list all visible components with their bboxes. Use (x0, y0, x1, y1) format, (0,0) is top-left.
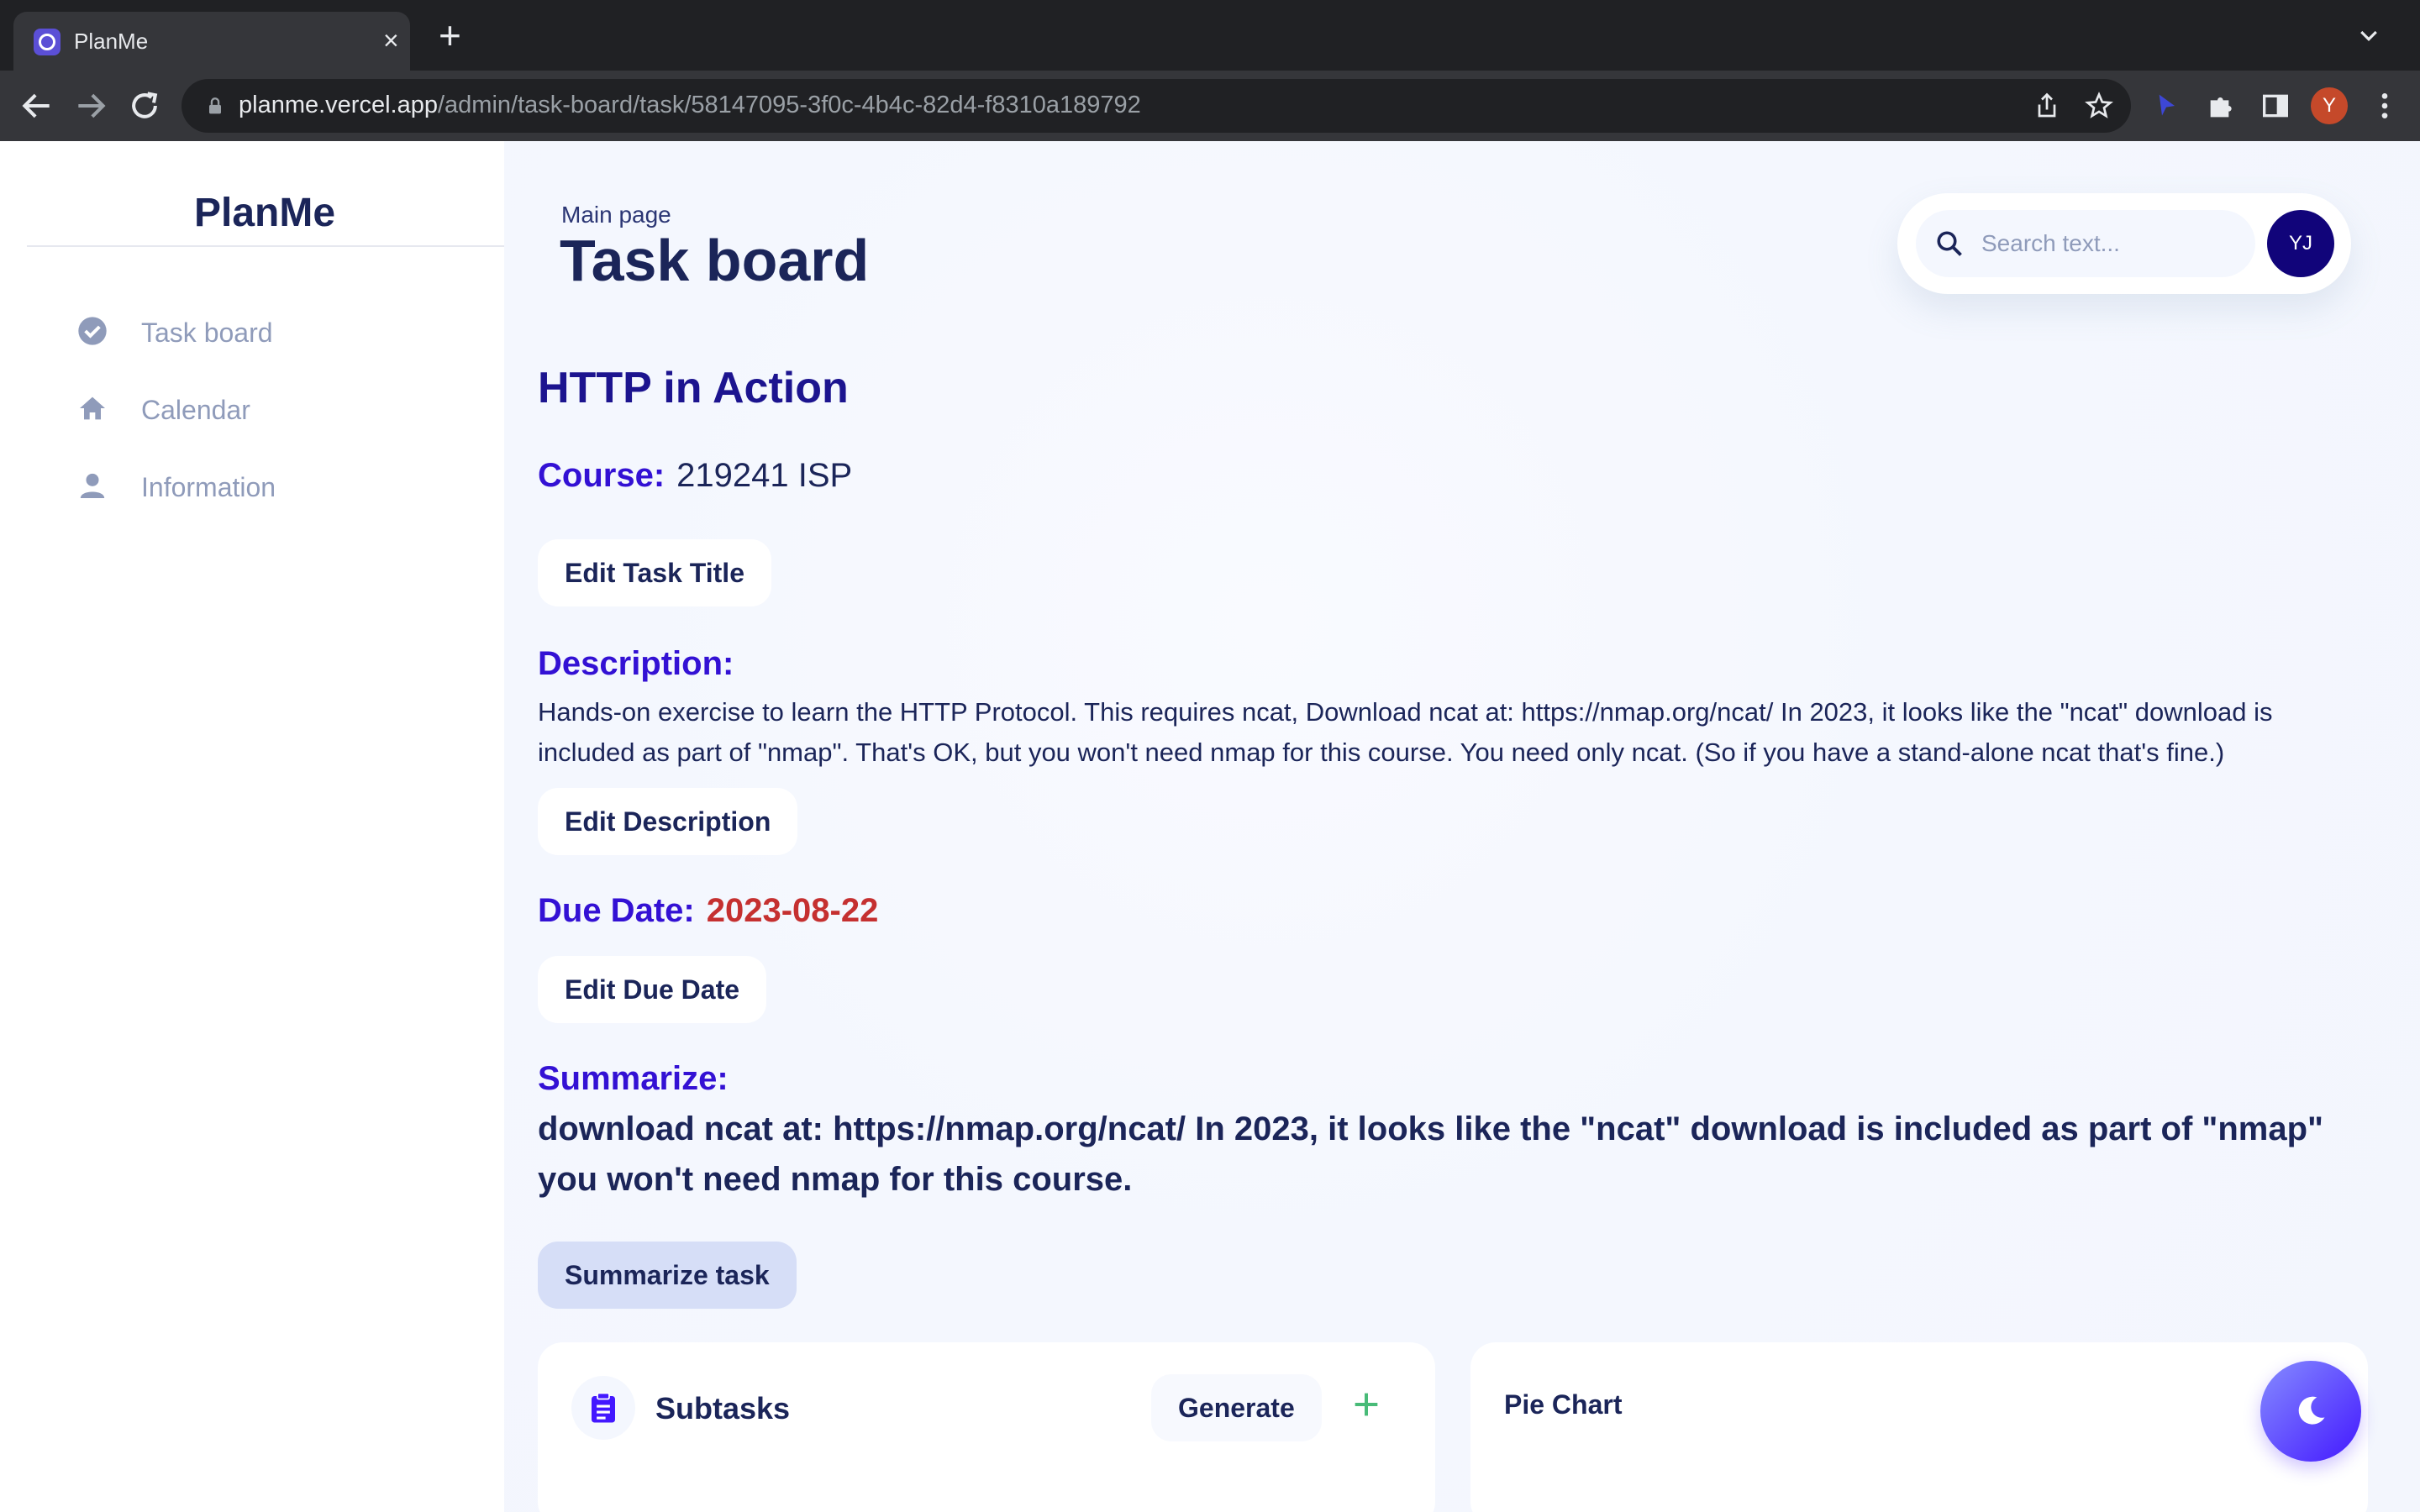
sidebar-divider (27, 245, 504, 247)
search-input[interactable] (1981, 225, 2242, 262)
moon-icon (2298, 1396, 2325, 1425)
browser-tab-bar: PlanMe × + (0, 0, 2420, 71)
share-icon[interactable] (2032, 91, 2062, 121)
subtasks-title: Subtasks (655, 1391, 791, 1425)
back-arrow-icon[interactable] (18, 87, 55, 124)
url-text: planme.vercel.app/admin/task-board/task/… (239, 92, 1141, 118)
edit-task-title-button[interactable]: Edit Task Title (538, 539, 771, 606)
tab-title: PlanMe (74, 29, 149, 54)
summarize-task-button[interactable]: Summarize task (538, 1242, 797, 1309)
planme-favicon-icon (34, 29, 60, 55)
clipboard-icon (592, 1392, 615, 1423)
lock-icon (209, 97, 221, 114)
sidebar-item-calendar[interactable]: Calendar (76, 386, 479, 437)
sidebar-item-label: Task board (141, 318, 273, 348)
breadcrumb[interactable]: Main page (561, 202, 671, 228)
description-label: Description: (538, 645, 734, 682)
pie-chart-card: Pie Chart (1470, 1342, 2368, 1512)
sidebar: PlanMe Task board Calendar Information (0, 141, 504, 1512)
address-bar[interactable]: planme.vercel.app/admin/task-board/task/… (182, 79, 2131, 133)
cursor-extension-icon[interactable] (2149, 89, 2183, 123)
due-date-label: Due Date: (538, 892, 695, 929)
user-avatar[interactable]: YJ (2267, 210, 2334, 277)
summary-text: download ncat at: https://nmap.org/ncat/… (538, 1110, 2324, 1198)
browser-tab[interactable]: PlanMe × (13, 12, 410, 71)
reload-icon[interactable] (126, 87, 163, 124)
home-icon (80, 396, 105, 420)
add-subtask-plus-icon[interactable] (1349, 1388, 1383, 1421)
due-date-value: 2023-08-22 (706, 892, 879, 929)
course-label: Course: (538, 457, 666, 494)
bookmark-star-icon[interactable] (2084, 91, 2114, 121)
subtasks-card: Subtasks Generate (538, 1342, 1435, 1512)
extensions-puzzle-icon[interactable] (2205, 89, 2238, 123)
sidebar-item-label: Information (141, 472, 276, 502)
tab-close-icon[interactable]: × (383, 27, 399, 54)
pie-chart-title: Pie Chart (1504, 1389, 1623, 1420)
sidebar-item-task-board[interactable]: Task board (76, 309, 479, 360)
search-field[interactable] (1916, 210, 2255, 277)
course-row: Course: 219241 ISP (538, 457, 852, 495)
due-date-row: Due Date: 2023-08-22 (538, 892, 878, 930)
generate-subtasks-button[interactable]: Generate (1151, 1374, 1322, 1441)
summarize-label: Summarize: (538, 1060, 729, 1097)
side-panel-icon[interactable] (2259, 89, 2292, 123)
main-content: Main page Task board YJ HTTP in Action C… (504, 141, 2420, 1512)
person-icon (80, 473, 105, 498)
browser-toolbar: planme.vercel.app/admin/task-board/task/… (0, 71, 2420, 141)
brand-logo[interactable]: PlanMe (0, 190, 529, 236)
new-tab-icon[interactable]: + (439, 16, 461, 55)
task-title: HTTP in Action (538, 364, 849, 412)
kebab-menu-icon[interactable] (2368, 89, 2402, 123)
check-circle-icon (78, 317, 107, 345)
edit-due-date-button[interactable]: Edit Due Date (538, 956, 767, 1023)
description-text: Hands-on exercise to learn the HTTP Prot… (538, 697, 2273, 767)
sidebar-item-information[interactable]: Information (76, 464, 479, 514)
dark-mode-toggle-button[interactable] (2260, 1361, 2361, 1462)
sidebar-item-label: Calendar (141, 395, 250, 425)
search-icon (1937, 231, 1962, 256)
profile-avatar[interactable]: Y (2311, 87, 2348, 124)
course-value: 219241 ISP (676, 457, 853, 494)
chevron-down-icon[interactable] (2356, 24, 2381, 49)
page-title: Task board (560, 228, 870, 293)
forward-arrow-icon[interactable] (72, 87, 109, 124)
subtasks-icon-box (571, 1376, 635, 1440)
edit-description-button[interactable]: Edit Description (538, 788, 798, 855)
header-search-bar: YJ (1897, 193, 2351, 294)
